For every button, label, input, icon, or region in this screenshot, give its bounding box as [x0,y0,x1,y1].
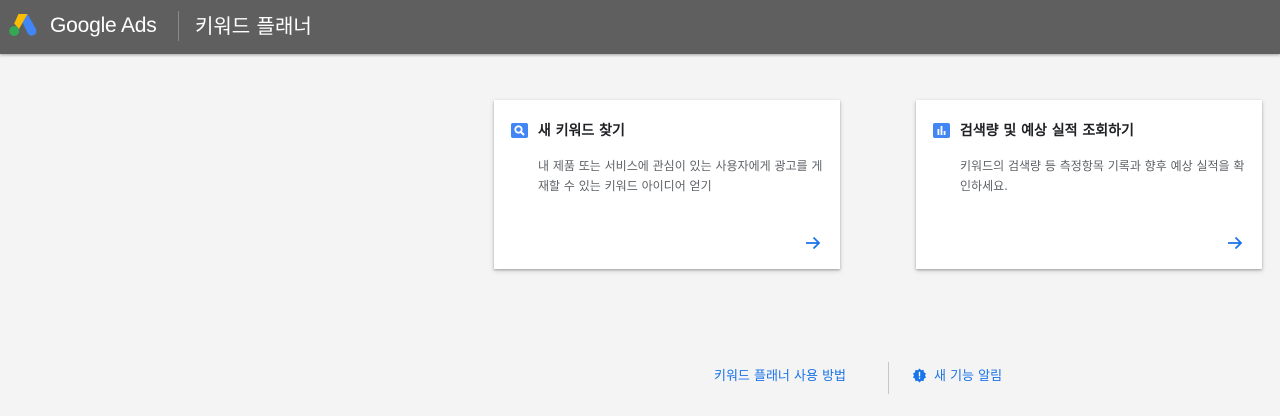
card-title: 새 키워드 찾기 [538,123,626,139]
new-releases-icon [912,368,927,383]
how-to-use-link[interactable]: 키워드 플래너 사용 방법 [714,367,846,387]
card-title: 검색량 및 예상 실적 조회하기 [960,123,1135,139]
arrow-forward-icon[interactable] [804,234,822,252]
header-divider [178,11,179,41]
top-app-bar: Google Ads 키워드 플래너 [0,0,1280,54]
search-volume-forecast-card[interactable]: 검색량 및 예상 실적 조회하기 키워드의 검색량 등 측정항목 기록과 향후 … [916,100,1262,269]
bar-chart-icon [933,123,950,138]
brand-name[interactable]: Google Ads [50,13,157,39]
google-ads-logo-icon[interactable] [8,11,38,37]
card-description: 키워드의 검색량 등 측정항목 기록과 향후 예상 실적을 확인하세요. [960,159,1245,193]
arrow-forward-icon[interactable] [1226,234,1244,252]
discover-keywords-card[interactable]: 새 키워드 찾기 내 제품 또는 서비스에 관심이 있는 사용자에게 광고를 게… [494,100,840,269]
new-features-link[interactable]: 새 기능 알림 [912,367,1002,387]
search-icon [511,123,528,138]
new-features-label: 새 기능 알림 [934,369,1003,384]
card-description: 내 제품 또는 서비스에 관심이 있는 사용자에게 광고를 게재할 수 있는 키… [538,159,823,193]
footer-divider [888,362,889,394]
page-title: 키워드 플래너 [195,14,312,38]
